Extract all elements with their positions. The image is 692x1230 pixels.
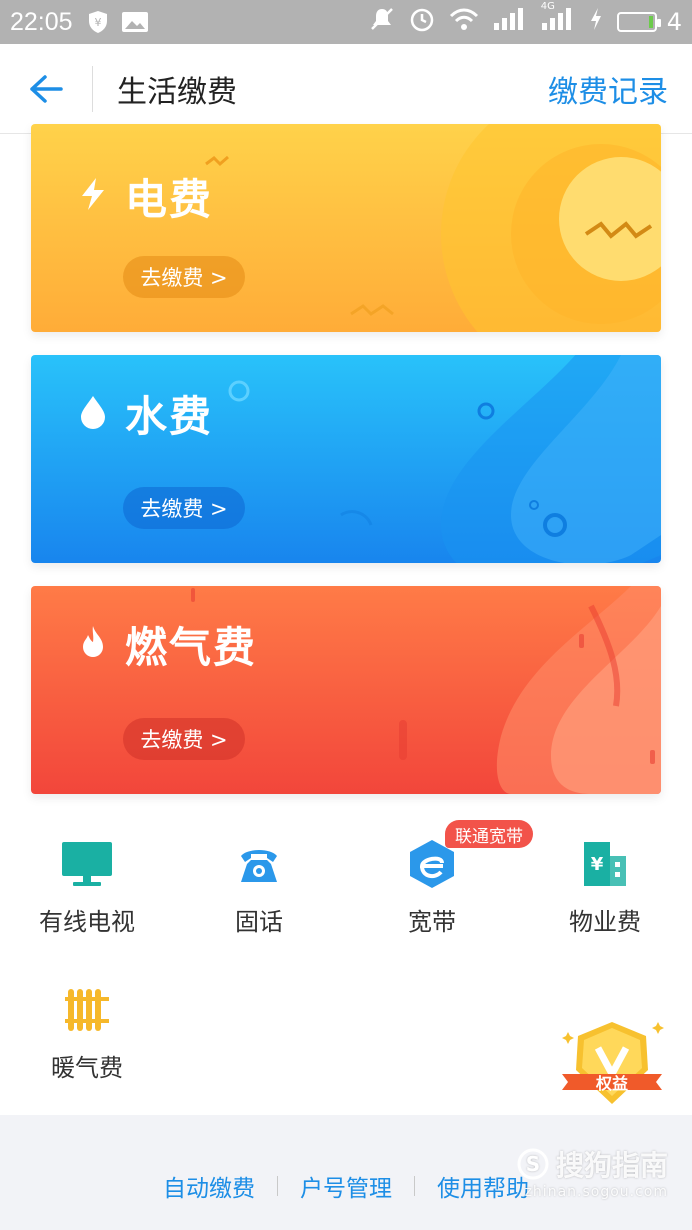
svg-text:¥: ¥ bbox=[591, 854, 604, 875]
flame-icon bbox=[83, 626, 103, 657]
page-title: 生活缴费 bbox=[117, 74, 237, 110]
service-property-fee[interactable]: ¥ 物业费 bbox=[530, 836, 680, 937]
electricity-card[interactable]: 电费 去缴费 > bbox=[31, 124, 661, 332]
water-drop-icon bbox=[81, 396, 105, 429]
alarm-icon bbox=[409, 6, 435, 38]
service-landline[interactable]: 固话 bbox=[184, 836, 334, 937]
electricity-decoration bbox=[205, 124, 661, 332]
battery-icon bbox=[616, 12, 661, 32]
image-icon bbox=[121, 11, 149, 33]
watermark-url: zhinan.sogou.com bbox=[524, 1184, 668, 1200]
service-heating[interactable]: 暖气费 bbox=[12, 982, 162, 1083]
water-card[interactable]: 水费 去缴费 > bbox=[31, 355, 661, 563]
sogou-logo-icon: S bbox=[517, 1148, 549, 1180]
svg-text:¥: ¥ bbox=[94, 16, 101, 29]
electricity-pay-button[interactable]: 去缴费 > bbox=[123, 256, 245, 298]
status-time: 22:05 bbox=[10, 7, 73, 36]
service-cable-tv[interactable]: 有线电视 bbox=[12, 836, 162, 937]
auto-pay-link[interactable]: 自动缴费 bbox=[163, 1169, 255, 1203]
water-pay-button[interactable]: 去缴费 > bbox=[123, 487, 245, 529]
service-label: 有线电视 bbox=[39, 908, 135, 936]
nav-divider bbox=[92, 65, 93, 112]
back-button[interactable] bbox=[0, 44, 92, 134]
service-broadband[interactable]: 宽带 bbox=[357, 836, 507, 937]
watermark-text: 搜狗指南 bbox=[555, 1149, 668, 1182]
account-management-link[interactable]: 户号管理 bbox=[300, 1169, 392, 1203]
tv-icon bbox=[59, 836, 115, 892]
svg-text:S: S bbox=[526, 1152, 540, 1176]
service-label: 暖气费 bbox=[51, 1054, 123, 1082]
water-title: 水费 bbox=[125, 392, 214, 441]
service-label: 物业费 bbox=[569, 908, 641, 936]
building-icon: ¥ bbox=[577, 836, 633, 892]
radiator-icon bbox=[59, 982, 115, 1038]
footer-divider bbox=[277, 1176, 278, 1196]
telephone-icon bbox=[231, 836, 287, 892]
signal-icon bbox=[493, 7, 527, 37]
vip-rights-badge[interactable]: 权益 bbox=[556, 1018, 668, 1110]
service-label: 宽带 bbox=[408, 908, 456, 936]
gas-pay-button[interactable]: 去缴费 > bbox=[123, 718, 245, 760]
status-bar: 22:05 ¥ 4G 4 bbox=[0, 0, 692, 44]
back-arrow-icon bbox=[30, 74, 63, 103]
service-label: 固话 bbox=[235, 908, 283, 936]
battery-percent: 4 bbox=[666, 8, 682, 36]
lightning-icon bbox=[82, 178, 104, 210]
wifi-icon bbox=[449, 7, 479, 37]
electricity-title: 电费 bbox=[125, 175, 214, 224]
gas-title: 燃气费 bbox=[125, 623, 258, 672]
gas-card[interactable]: 燃气费 去缴费 > bbox=[31, 586, 661, 794]
mute-icon bbox=[369, 6, 395, 38]
vip-shield-icon bbox=[562, 1022, 664, 1104]
shield-yuan-icon: ¥ bbox=[87, 10, 109, 34]
signal-4g-icon: 4G bbox=[541, 1, 575, 37]
sogou-watermark: S 搜狗指南 zhinan.sogou.com bbox=[516, 1144, 668, 1200]
charging-icon bbox=[589, 7, 603, 37]
footer-divider bbox=[414, 1176, 415, 1196]
vip-label: 权益 bbox=[595, 1074, 628, 1093]
payment-history-link[interactable]: 缴费记录 bbox=[548, 67, 668, 111]
nav-bar: 生活缴费 缴费记录 bbox=[0, 44, 692, 134]
broadband-promo-badge: 联通宽带 bbox=[445, 820, 533, 848]
